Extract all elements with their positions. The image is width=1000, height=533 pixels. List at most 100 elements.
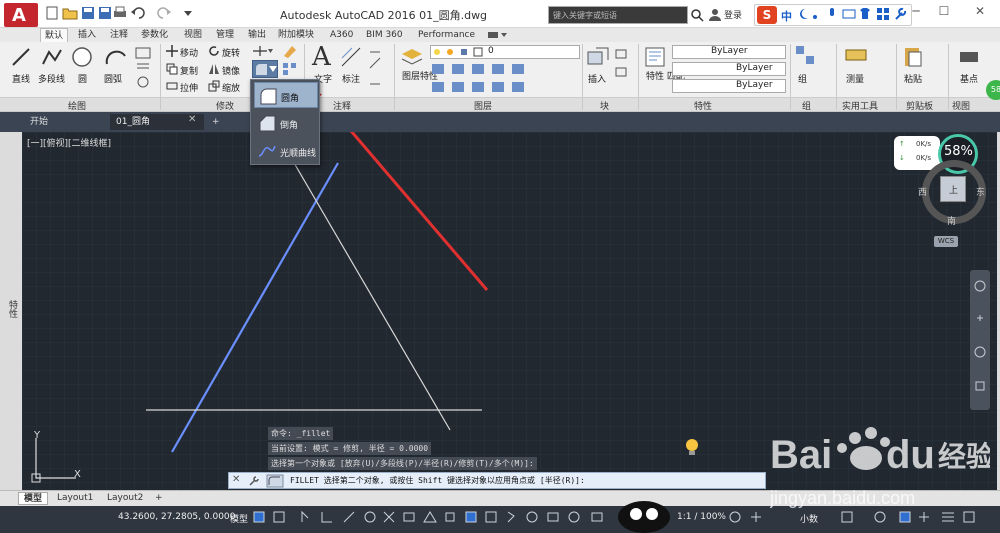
status-right-icons[interactable] <box>840 510 980 524</box>
search-icon[interactable] <box>690 8 704 22</box>
command-customize-icon[interactable] <box>248 475 260 487</box>
keyboard-icon[interactable] <box>842 7 856 21</box>
lightbulb-icon[interactable] <box>682 437 702 459</box>
compass-south-label[interactable]: 南 <box>947 214 956 227</box>
perf-badge[interactable]: 58 <box>986 80 1000 100</box>
new-layout-button[interactable]: + <box>150 492 168 505</box>
tab-annotate[interactable]: 注释 <box>106 28 132 42</box>
layer-tools-icons[interactable] <box>430 62 580 96</box>
arc-icon[interactable] <box>104 46 128 68</box>
menu-item-fillet[interactable]: 圆角 <box>254 82 318 108</box>
annotation-small-tools-icon[interactable] <box>368 44 384 94</box>
move-icon[interactable] <box>166 45 178 57</box>
stretch-button-label[interactable]: 拉伸 <box>180 81 198 94</box>
arc-button-label[interactable]: 圆弧 <box>104 72 122 85</box>
tab-home[interactable]: 默认 <box>40 28 69 42</box>
line-button-label[interactable]: 直线 <box>12 72 30 85</box>
wcs-menu[interactable]: WCS <box>934 236 958 247</box>
tab-addins[interactable]: 附加模块 <box>274 28 318 42</box>
copy-icon[interactable] <box>166 63 178 75</box>
layout-tab-model[interactable]: 模型 <box>18 492 49 505</box>
block-small-tools-icon[interactable] <box>614 46 630 94</box>
properties-palette-tab[interactable]: 特性 <box>6 300 19 318</box>
block-panel-title[interactable]: 块 <box>600 99 609 112</box>
stretch-icon[interactable] <box>166 80 178 92</box>
wrench-icon[interactable] <box>893 7 907 21</box>
status-toggle-icons[interactable] <box>252 510 612 524</box>
mirror-button-label[interactable]: 镜像 <box>222 64 240 77</box>
clipboard-panel-title[interactable]: 剪贴板 <box>906 99 933 112</box>
tab-manage[interactable]: 管理 <box>212 28 238 42</box>
tab-output[interactable]: 输出 <box>244 28 270 42</box>
circle-button-label[interactable]: 圆 <box>78 72 87 85</box>
rotate-icon[interactable] <box>208 45 220 57</box>
moon-icon[interactable] <box>797 7 809 21</box>
match-properties-icon[interactable] <box>644 46 666 68</box>
search-input[interactable]: 键入关键字或短语 <box>548 6 688 24</box>
save-icon[interactable] <box>80 6 96 20</box>
array-icon[interactable] <box>282 62 298 76</box>
groups-panel-title[interactable]: 组 <box>802 99 811 112</box>
compass-west-label[interactable]: 西 <box>918 185 927 198</box>
tab-parametric[interactable]: 参数化 <box>137 28 172 42</box>
move-button-label[interactable]: 移动 <box>180 46 198 59</box>
trim-icon[interactable] <box>252 45 274 57</box>
draw-panel-title[interactable]: 绘图 <box>68 99 86 112</box>
group-button-label[interactable]: 组 <box>798 72 807 85</box>
open-file-icon[interactable] <box>62 6 78 20</box>
login-link[interactable]: 登录 <box>724 8 742 21</box>
microphone-icon[interactable] <box>826 7 838 21</box>
erase-icon[interactable] <box>282 44 298 58</box>
new-file-icon[interactable] <box>44 6 60 20</box>
scale-icon[interactable] <box>208 80 220 92</box>
base-view-icon[interactable] <box>958 44 980 68</box>
measure-icon[interactable] <box>844 44 868 68</box>
modify-panel-title[interactable]: 修改 <box>216 99 234 112</box>
cursor-coordinates[interactable]: 43.2600, 27.2805, 0.0000 <box>118 512 235 522</box>
tab-options-icon[interactable] <box>486 30 510 40</box>
copy-button-label[interactable]: 复制 <box>180 64 198 77</box>
compass-east-label[interactable]: 东 <box>976 185 985 198</box>
command-history-icon[interactable] <box>266 474 284 488</box>
properties-panel-title[interactable]: 特性 <box>694 99 712 112</box>
insert-block-icon[interactable] <box>586 46 610 68</box>
paste-icon[interactable] <box>902 44 924 68</box>
polyline-icon[interactable] <box>40 46 64 68</box>
menu-item-chamfer[interactable]: 倒角 <box>254 110 318 136</box>
minimize-button[interactable]: ─ <box>906 4 926 20</box>
layout-tab-layout2[interactable]: Layout2 <box>102 492 148 505</box>
fillet-dropdown-arrow-icon[interactable] <box>269 66 277 72</box>
tab-insert[interactable]: 插入 <box>74 28 100 42</box>
annotation-panel-title[interactable]: 注释 <box>333 99 351 112</box>
dimension-button-label[interactable]: 标注 <box>342 72 360 85</box>
insert-button-label[interactable]: 插入 <box>588 72 606 85</box>
dimension-icon[interactable] <box>340 46 362 68</box>
layer-properties-icon[interactable] <box>400 46 424 68</box>
view-panel-title[interactable]: 视图 <box>952 99 970 112</box>
rotate-button-label[interactable]: 旋转 <box>222 46 240 59</box>
tab-start[interactable]: 开始 <box>24 114 54 130</box>
redo-icon[interactable] <box>156 6 172 20</box>
workspace-tools-icons[interactable] <box>728 510 776 524</box>
maximize-button[interactable]: ☐ <box>934 4 954 20</box>
sogou-ime-icon[interactable]: S <box>757 6 777 24</box>
navigation-tools-icons[interactable] <box>973 278 987 402</box>
ime-mode-label[interactable]: 中 <box>781 8 792 24</box>
mirror-icon[interactable] <box>208 63 220 75</box>
tab-performance[interactable]: Performance <box>414 28 479 42</box>
close-button[interactable]: ✕ <box>970 4 990 20</box>
polyline-button-label[interactable]: 多段线 <box>38 72 65 85</box>
tab-view[interactable]: 视图 <box>180 28 206 42</box>
print-icon[interactable] <box>112 6 128 20</box>
qat-dropdown-icon[interactable] <box>180 6 196 20</box>
user-icon[interactable] <box>708 8 722 22</box>
viewport-controls-label[interactable]: [一][俯视][二维线框] <box>27 136 111 149</box>
menu-item-blend-curves[interactable]: 光顺曲线 <box>254 138 318 164</box>
skin-icon[interactable] <box>858 7 872 21</box>
base-button-label[interactable]: 基点 <box>960 72 978 85</box>
line-icon[interactable] <box>10 46 32 68</box>
fillet-icon[interactable] <box>254 62 268 76</box>
punctuation-icon[interactable] <box>811 7 823 21</box>
undo-icon[interactable] <box>130 6 146 20</box>
layout-tab-layout1[interactable]: Layout1 <box>52 492 98 505</box>
